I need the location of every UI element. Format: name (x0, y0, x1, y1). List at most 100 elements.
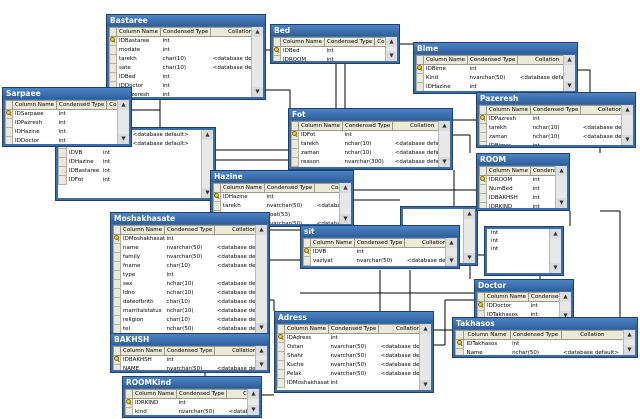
scroll-up-icon[interactable]: ▲ (624, 330, 635, 340)
scroll-down-icon[interactable]: ▼ (446, 256, 457, 266)
row-selector[interactable] (277, 378, 285, 388)
table-row[interactable]: tarekh nchar(10) <database default> (291, 139, 439, 149)
row-selector[interactable] (113, 355, 121, 365)
table-row[interactable]: IDHazine int (58, 157, 190, 167)
table-row[interactable]: IDFot int (58, 175, 190, 185)
table-title-pazeresh[interactable]: Pazeresh (477, 93, 635, 104)
table-title-bime[interactable]: Bime (414, 43, 577, 54)
table-title-bastaree[interactable]: Bastaree (107, 15, 265, 26)
scroll-up-icon[interactable]: ▲ (464, 209, 475, 219)
column-header[interactable]: Column Name (279, 37, 326, 47)
scroll-down-icon[interactable]: ▼ (564, 81, 575, 91)
row-selector[interactable] (416, 82, 424, 91)
table-title-fot[interactable]: Fot (289, 109, 452, 120)
table-row[interactable]: IDRKIND int (125, 398, 249, 408)
column-header[interactable]: Condensed Type (467, 55, 519, 65)
table-title-room[interactable]: ROOM (477, 154, 569, 165)
row-selector[interactable] (455, 339, 465, 349)
column-header[interactable]: Condensed Type (56, 100, 108, 110)
table-row[interactable]: IDDoctor int (477, 301, 561, 311)
scroll-down-icon[interactable]: ▼ (556, 198, 567, 208)
row-selector[interactable] (109, 54, 117, 64)
row-selector[interactable] (479, 141, 487, 145)
table-row[interactable]: IDBed int (109, 72, 253, 82)
table-window-partial-right[interactable]: int int int ▲ ▼ (484, 226, 564, 276)
scroll-down-icon[interactable]: ▼ (256, 323, 267, 333)
row-selector[interactable] (113, 279, 121, 289)
table-title-roomkind[interactable]: ROOMKind (123, 377, 261, 388)
table-window-takhasos[interactable]: Takhasos Column Name Condensed Type Collati… (452, 317, 638, 358)
column-header[interactable]: Condensed Type (354, 238, 406, 248)
table-title-moshakhasate[interactable]: Moshakhasate (111, 213, 269, 224)
scroll-down-icon[interactable]: ▼ (340, 214, 351, 224)
table-row[interactable]: vaziyat nvarchar(50) <database default> (303, 256, 446, 266)
scroll-up-icon[interactable]: ▲ (622, 105, 633, 115)
scroll-up-icon[interactable]: ▲ (560, 292, 571, 302)
row-selector[interactable] (113, 252, 121, 262)
vertical-scrollbar[interactable]: ▲ ▼ (463, 209, 475, 263)
row-selector[interactable] (113, 297, 121, 307)
table-row[interactable]: dateofbrith char(10) <database default> (113, 297, 256, 307)
row-selector[interactable] (5, 109, 13, 119)
table-row[interactable]: IDDoctor int (5, 136, 119, 144)
column-header[interactable]: Column Name (463, 330, 511, 340)
table-row[interactable]: Ostan nvarchar(50) <database default> (277, 342, 420, 352)
scroll-up-icon[interactable]: ▲ (420, 324, 431, 334)
table-row[interactable]: IDBime int (416, 64, 565, 74)
row-selector[interactable] (113, 364, 121, 370)
row-selector[interactable] (479, 202, 487, 208)
row-selector[interactable] (291, 130, 299, 140)
table-row[interactable]: IDBastaree int (109, 36, 253, 46)
table-window-bime[interactable]: Bime Column Name Condensed Type Collation ID… (413, 42, 578, 94)
row-selector[interactable] (291, 139, 299, 149)
table-row[interactable]: modate int (109, 45, 253, 55)
vertical-scrollbar[interactable]: ▲ ▼ (251, 27, 263, 97)
row-selector[interactable] (109, 36, 117, 46)
row-selector[interactable] (416, 73, 424, 83)
table-row[interactable]: ldno nchar(10) <database default> (113, 288, 256, 298)
table-row[interactable]: IDVB int (303, 247, 447, 257)
row-selector[interactable] (58, 157, 67, 167)
row-selector[interactable] (113, 270, 121, 280)
column-header[interactable]: Column Name (11, 100, 58, 110)
vertical-scrollbar[interactable]: ▲ ▼ (549, 229, 561, 273)
table-row[interactable]: IDSarpaee int (5, 109, 119, 119)
scroll-up-icon[interactable]: ▲ (439, 121, 450, 131)
column-header[interactable]: Column Name (131, 389, 178, 399)
row-selector[interactable] (58, 166, 67, 176)
table-row[interactable]: IDPazresh int (5, 118, 119, 128)
row-selector[interactable] (277, 333, 285, 343)
row-selector[interactable] (58, 175, 67, 185)
table-title-adress[interactable]: Adress (275, 312, 433, 323)
table-title-bakhsh[interactable]: BAKHSH (111, 334, 269, 345)
table-row[interactable]: kind nvarchar(50) <database default> (125, 407, 248, 415)
table-window-bed[interactable]: BedColumn NameCondensed TypeCollationIDB… (270, 24, 400, 64)
table-window-roomkind[interactable]: ROOMKindColumn NameCondensed TypeCollati… (122, 376, 262, 418)
column-header[interactable]: Column Name (483, 292, 530, 302)
vertical-scrollbar[interactable]: ▲ ▼ (419, 324, 431, 390)
vertical-scrollbar[interactable]: ▲ ▼ (621, 105, 633, 145)
row-selector[interactable] (303, 256, 311, 266)
scroll-down-icon[interactable]: ▼ (624, 345, 635, 355)
column-header[interactable]: Column Name (115, 27, 162, 37)
scroll-down-icon[interactable]: ▼ (118, 134, 129, 144)
scroll-down-icon[interactable]: ▼ (439, 157, 450, 167)
scroll-up-icon[interactable]: ▲ (386, 37, 397, 47)
column-header[interactable]: Column Name (309, 238, 356, 248)
vertical-scrollbar[interactable]: ▲ ▼ (117, 100, 129, 144)
row-selector[interactable] (479, 175, 487, 185)
vertical-scrollbar[interactable]: ▲ ▼ (445, 238, 457, 266)
table-row[interactable]: IDBimarint (479, 141, 623, 145)
column-header[interactable]: Column Name (119, 225, 166, 235)
table-window-fot[interactable]: Fot Column Name Condensed Type Collation IDF… (288, 108, 453, 170)
table-title-vizit[interactable]: sit (301, 226, 459, 237)
vertical-scrollbar[interactable]: ▲ ▼ (339, 183, 351, 224)
scroll-down-icon[interactable]: ▼ (248, 405, 259, 415)
table-title-bed[interactable]: Bed (271, 25, 399, 36)
table-row[interactable]: tarekh nchar(10) <database default> (479, 123, 622, 133)
table-row[interactable]: IDVB int (58, 148, 190, 158)
column-header[interactable]: Column Name (422, 55, 469, 65)
scroll-up-icon[interactable]: ▲ (556, 166, 567, 176)
table-row[interactable]: IDTakhasos int (455, 339, 624, 349)
column-header[interactable]: Collation (404, 238, 446, 248)
